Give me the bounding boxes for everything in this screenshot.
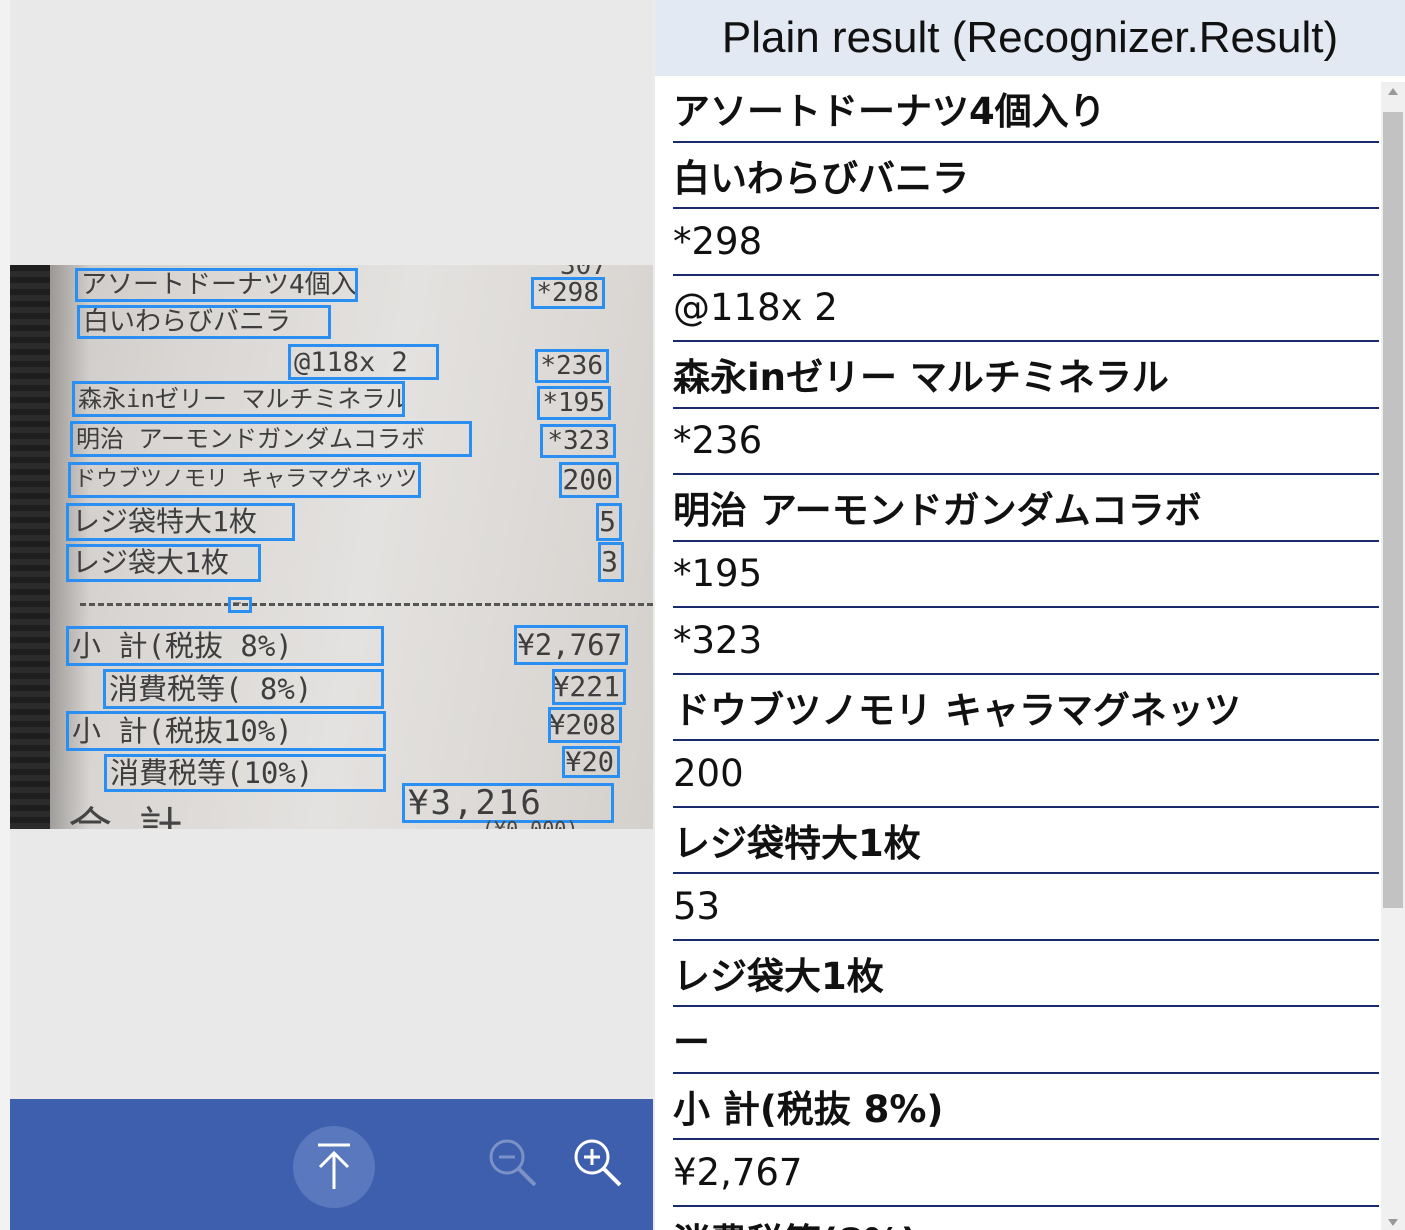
ocr-box[interactable]: *236 <box>535 349 609 383</box>
scroll-down-arrow-icon[interactable] <box>1388 1219 1398 1226</box>
ocr-box[interactable]: 森永inゼリー マルチミネラル <box>72 381 405 417</box>
result-item[interactable]: 明治 アーモンドガンダムコラボ <box>673 475 1379 542</box>
image-toolbar <box>10 1099 653 1230</box>
result-item[interactable]: *195 <box>673 542 1379 608</box>
result-item[interactable]: 小 計(税抜 8%) <box>673 1074 1379 1140</box>
scroll-thumb[interactable] <box>1383 112 1403 908</box>
result-item[interactable]: *323 <box>673 608 1379 675</box>
ocr-box[interactable]: 200 <box>559 462 619 498</box>
ocr-box[interactable]: レジ袋大1枚 <box>66 544 261 582</box>
ocr-box[interactable]: 明治 アーモンドガンダムコラボ <box>70 421 472 457</box>
results-scrollbar[interactable] <box>1381 82 1405 1230</box>
ocr-box[interactable]: *195 <box>537 386 611 420</box>
ocr-box[interactable]: 消費税等(10%) <box>104 754 386 792</box>
result-item[interactable]: @118x 2 <box>673 276 1379 342</box>
result-item[interactable]: レジ袋大1枚 <box>673 941 1379 1007</box>
results-panel: Plain result (Recognizer.Result) アソートドーナ… <box>655 0 1405 1230</box>
result-item[interactable]: 白いわらびバニラ <box>673 143 1379 209</box>
ocr-box[interactable]: *323 <box>540 424 616 458</box>
scroll-up-arrow-icon[interactable] <box>1388 88 1398 95</box>
ocr-box[interactable]: 3 <box>598 542 624 582</box>
ocr-box[interactable]: 消費税等( 8%) <box>103 669 384 709</box>
zoom-out-icon <box>489 1139 537 1187</box>
ocr-box[interactable]: *298 <box>531 277 605 309</box>
result-item[interactable]: 消費税等(8%) <box>673 1207 1379 1230</box>
result-item[interactable]: ドウブツノモリ キャラマグネッツ <box>673 675 1379 741</box>
result-item[interactable]: 森永inゼリー マルチミネラル <box>673 342 1379 409</box>
result-item[interactable]: *236 <box>673 409 1379 475</box>
receipt-cut-text-total: 合 計 <box>68 803 183 829</box>
ocr-box[interactable]: 白いわらびバニラ <box>77 305 331 339</box>
receipt-dashed-separator <box>80 603 653 606</box>
zoom-in-icon <box>574 1139 622 1187</box>
ocr-box[interactable]: ¥2,767 <box>514 625 628 665</box>
result-item[interactable]: ー <box>673 1007 1379 1074</box>
panel-title: Plain result (Recognizer.Result) <box>655 0 1405 76</box>
ocr-box[interactable]: 5 <box>596 503 622 541</box>
receipt-cut-text-bottom: (¥0,000) <box>482 817 579 829</box>
ocr-box[interactable]: 小 計(税抜 8%) <box>66 626 384 666</box>
result-list[interactable]: アソートドーナツ4個入り 白いわらびバニラ *298 @118x 2 森永inゼリー マ… <box>673 76 1379 1230</box>
upload-icon <box>318 1143 350 1189</box>
result-item[interactable]: レジ袋特大1枚 <box>673 808 1379 874</box>
result-item[interactable]: ¥2,767 <box>673 1140 1379 1207</box>
ocr-box[interactable]: アソートドーナツ4個入り <box>75 268 358 302</box>
ocr-box[interactable]: レジ袋特大1枚 <box>66 503 295 541</box>
ocr-box[interactable]: ー <box>228 597 252 613</box>
zoom-in-button[interactable] <box>570 1135 626 1191</box>
zoom-out-button[interactable] <box>485 1135 541 1191</box>
result-item[interactable]: *298 <box>673 209 1379 276</box>
ocr-box[interactable]: ¥20 <box>562 746 620 778</box>
upload-button[interactable] <box>293 1126 375 1208</box>
ocr-box[interactable]: ¥221 <box>552 669 626 705</box>
result-item[interactable]: 200 <box>673 741 1379 808</box>
result-item[interactable]: 53 <box>673 874 1379 941</box>
result-item[interactable]: アソートドーナツ4個入り <box>673 76 1379 143</box>
ocr-box[interactable]: ドウブツノモリ キャラマグネッツ <box>68 462 421 498</box>
window-left-edge <box>0 0 10 1230</box>
receipt-image: 307 アソートドーナツ4個入り *298 白いわらびバニラ @118x 2 *… <box>10 265 653 829</box>
ocr-box[interactable]: 小 計(税抜10%) <box>66 711 386 751</box>
ocr-box[interactable]: @118x 2 <box>288 344 439 380</box>
receipt-background-strip <box>10 265 50 829</box>
ocr-box[interactable]: ¥208 <box>548 707 622 743</box>
